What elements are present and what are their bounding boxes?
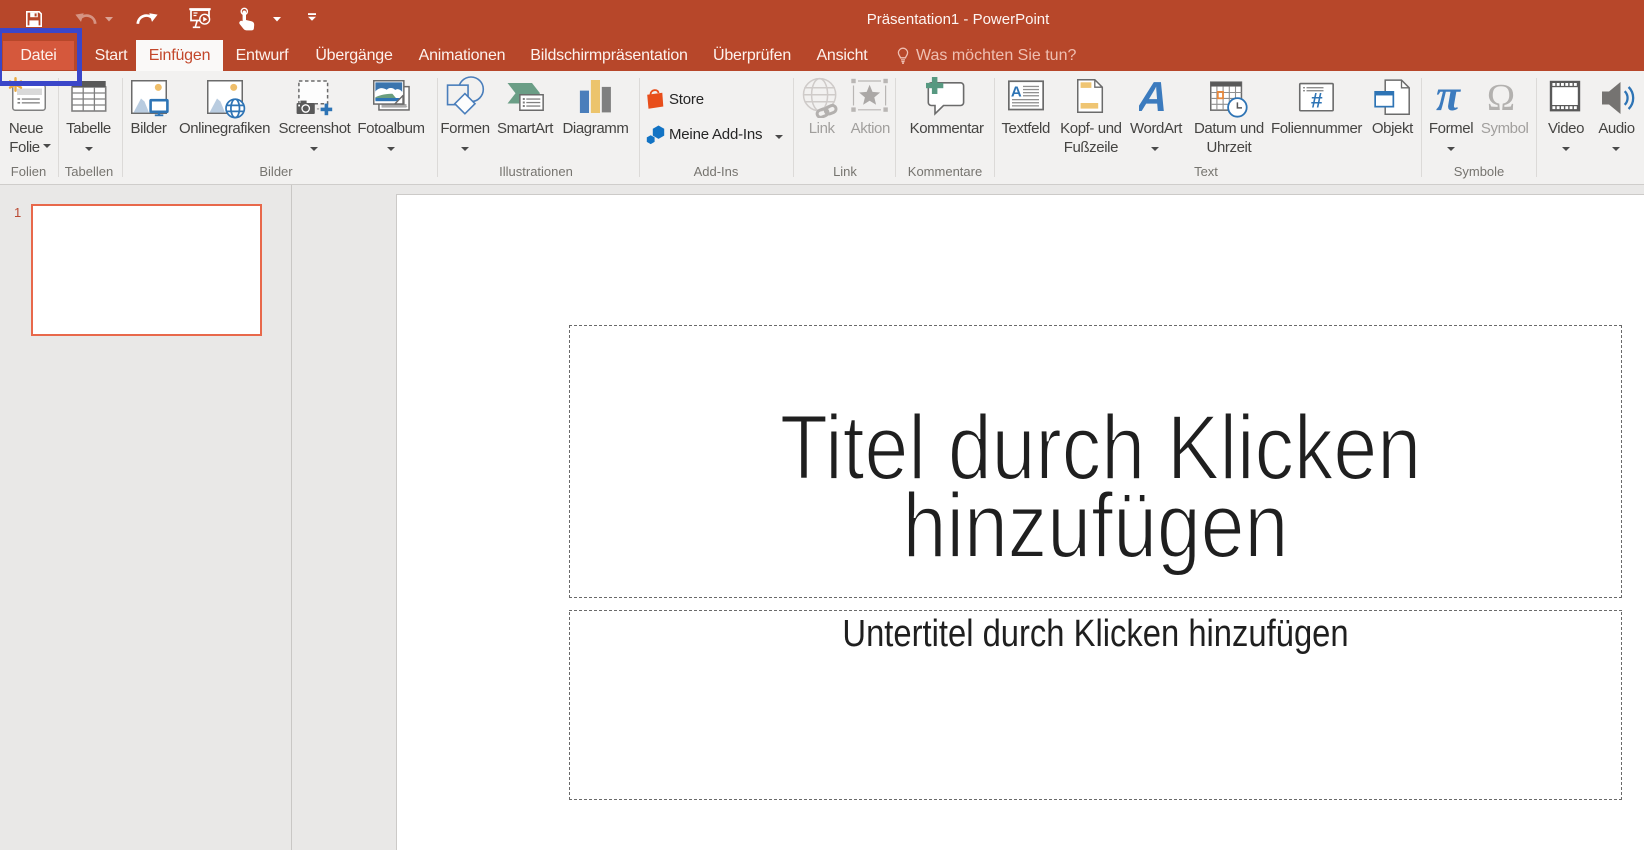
svg-text:A: A	[1139, 78, 1170, 115]
svg-text:A: A	[1011, 83, 1022, 100]
svg-text:Ω: Ω	[1487, 80, 1515, 114]
svg-text:#: #	[1311, 90, 1323, 113]
svg-text:π: π	[1436, 78, 1461, 116]
